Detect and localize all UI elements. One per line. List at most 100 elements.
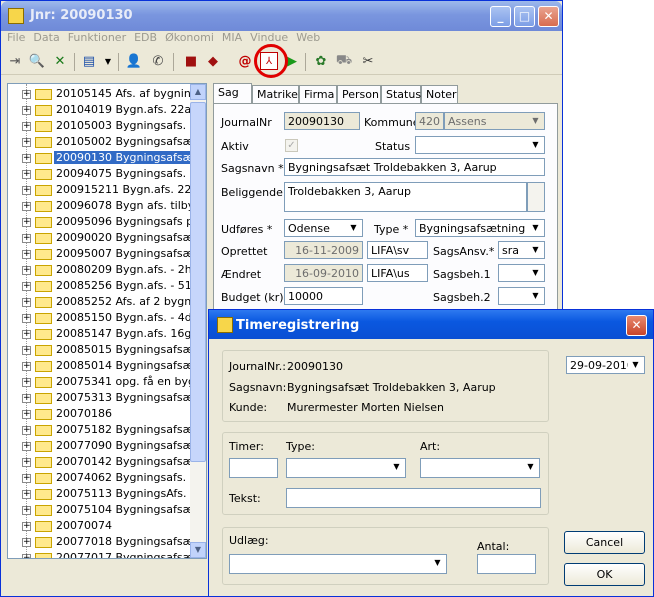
expand-icon[interactable]: + — [22, 442, 31, 451]
excel-icon[interactable]: ✕ — [51, 52, 69, 70]
sagsnavn-field[interactable]: Bygningsafsæt Troldebakken 3, Aarup — [284, 158, 545, 176]
scroll-down-icon[interactable]: ▼ — [190, 542, 206, 558]
aktiv-checkbox[interactable]: ✓ — [285, 139, 298, 152]
expand-icon[interactable]: + — [22, 106, 31, 115]
date-picker[interactable]: 29-09-2010 ▼ — [566, 356, 645, 374]
expand-icon[interactable]: + — [22, 298, 31, 307]
tree-item[interactable]: +20077018 Bygningsafsæt — [8, 534, 190, 550]
expand-icon[interactable]: + — [22, 426, 31, 435]
tree-item[interactable]: +20075113 BygningsAfs. — [8, 486, 189, 502]
expand-icon[interactable]: + — [22, 362, 31, 371]
expand-icon[interactable]: + — [22, 490, 31, 499]
money-icon[interactable]: ✿ — [312, 52, 330, 70]
expand-icon[interactable]: + — [22, 314, 31, 323]
tree-item[interactable]: +20075182 Bygningsafsæt — [8, 422, 190, 438]
menu-funktioner[interactable]: Funktioner — [68, 31, 126, 44]
expand-icon[interactable]: + — [22, 90, 31, 99]
expand-icon[interactable]: + — [22, 378, 31, 387]
expand-icon[interactable]: + — [22, 538, 31, 547]
tree-item[interactable]: +20090020 Bygningsafsæt — [8, 230, 190, 246]
chevron-down-icon[interactable]: ▼ — [523, 460, 538, 474]
budget-field[interactable]: 10000 — [284, 287, 363, 305]
tree-item[interactable]: +20085150 Bygn.afs. - 4dh... — [8, 310, 190, 326]
tekst-field[interactable] — [286, 488, 541, 508]
minimize-button[interactable]: _ — [490, 6, 511, 27]
tree-item[interactable]: +20075313 Bygningsafsæt — [8, 390, 190, 406]
expand-icon[interactable]: + — [22, 458, 31, 467]
sagsbeh2-select[interactable]: ▼ — [498, 287, 545, 305]
tree-item[interactable]: +200915211 Bygn.afs. 22c... — [8, 182, 190, 198]
expand-icon[interactable]: + — [22, 122, 31, 131]
chevron-down-icon[interactable]: ▼ — [528, 138, 543, 152]
chevron-down-icon[interactable]: ▼ — [528, 243, 543, 257]
chevron-down-icon[interactable]: ▼ — [528, 221, 543, 235]
expand-icon[interactable]: + — [22, 410, 31, 419]
art-select[interactable]: ▼ — [420, 458, 540, 478]
tree-item[interactable]: +20105002 Bygningsafsæt... — [8, 134, 190, 150]
tab-firma[interactable]: Firma — [299, 85, 337, 104]
tree-item[interactable]: +20085015 Bygningsafsæt... — [8, 342, 190, 358]
tree-item[interactable]: +20070074 — [8, 518, 189, 534]
tab-matrikel[interactable]: Matrikel — [252, 85, 301, 104]
timer-field[interactable] — [229, 458, 278, 478]
chevron-down-icon[interactable]: ▼ — [528, 266, 543, 280]
sagsansv-select[interactable]: sra ▼ — [498, 241, 545, 259]
menu-file[interactable]: File — [7, 31, 25, 44]
case-tree[interactable]: +20105145 Afs. af bygning...+20104019 By… — [7, 83, 207, 559]
chevron-down-icon[interactable]: ▼ — [430, 556, 445, 570]
chevron-down-icon[interactable]: ▼ — [628, 358, 643, 372]
tree-item[interactable]: +20090130 Bygningsafsæt... — [8, 150, 190, 166]
dialog-title-bar[interactable]: Timeregistrering ✕ — [209, 310, 653, 339]
expand-icon[interactable]: + — [22, 234, 31, 243]
ok-button[interactable]: OK — [564, 563, 645, 586]
expand-icon[interactable]: + — [22, 202, 31, 211]
expand-icon[interactable]: + — [22, 250, 31, 259]
tree-item[interactable]: +20075104 Bygningsafsæt — [8, 502, 190, 518]
tree-item[interactable]: +20105003 Bygningsafs. p... — [8, 118, 190, 134]
tree-item[interactable]: +20095007 Bygningsafsæt... — [8, 246, 190, 262]
tree-item[interactable]: +20070142 Bygningsafsæt — [8, 454, 190, 470]
antal-field[interactable] — [477, 554, 536, 574]
menu-data[interactable]: Data — [33, 31, 59, 44]
expand-icon[interactable]: + — [22, 554, 31, 558]
tree-item[interactable]: +20085014 Bygningsafsæt... — [8, 358, 190, 374]
maximize-button[interactable]: □ — [514, 6, 535, 27]
expand-icon[interactable]: + — [22, 186, 31, 195]
tree-item[interactable]: +20095096 Bygningsafs p... — [8, 214, 190, 230]
tab-person[interactable]: Person — [337, 85, 381, 104]
type-select[interactable]: Bygningsafsætning ▼ — [415, 219, 545, 237]
search-icon[interactable]: 🔍 — [28, 52, 46, 70]
tree-item[interactable]: +20070186 — [8, 406, 189, 422]
cancel-button[interactable]: Cancel — [564, 531, 645, 554]
expand-icon[interactable]: + — [22, 170, 31, 179]
expand-icon[interactable]: + — [22, 330, 31, 339]
expand-icon[interactable]: + — [22, 282, 31, 291]
type-select[interactable]: ▼ — [286, 458, 406, 478]
tree-item[interactable]: +20085147 Bygn.afs. 16g ... — [8, 326, 190, 342]
expand-icon[interactable]: + — [22, 138, 31, 147]
car-icon[interactable]: ⛟ — [335, 52, 353, 70]
status-select[interactable]: ▼ — [415, 136, 545, 154]
scroll-up-icon[interactable]: ▲ — [190, 84, 206, 100]
expand-icon[interactable]: + — [22, 474, 31, 483]
list-icon[interactable]: ▤ — [80, 52, 98, 70]
tree-item[interactable]: +20074062 Bygningsafs. - ... — [8, 470, 190, 486]
expand-icon[interactable]: + — [22, 218, 31, 227]
udlaeg-select[interactable]: ▼ — [229, 554, 447, 574]
tab-sag[interactable]: Sag — [213, 83, 252, 104]
book-icon[interactable]: ■ — [182, 52, 200, 70]
udfoeres-select[interactable]: Odense ▼ — [284, 219, 363, 237]
beliggende-scrollbar[interactable] — [527, 182, 545, 212]
beliggende-field[interactable]: Troldebakken 3, Aarup — [284, 182, 527, 212]
tree-item[interactable]: +20077090 Bygningsafsæt — [8, 438, 190, 454]
tree-item[interactable]: +20104019 Bygn.afs. 22aq... — [8, 102, 190, 118]
tree-item[interactable]: +20096078 Bygn afs. tilbyg... — [8, 198, 190, 214]
tree-item[interactable]: +20080209 Bygn.afs. - 2hv... — [8, 262, 190, 278]
scroll-thumb[interactable] — [190, 102, 206, 462]
dialog-close-button[interactable]: ✕ — [626, 315, 647, 336]
tools-icon[interactable]: ✂ — [359, 52, 377, 70]
expand-icon[interactable]: + — [22, 394, 31, 403]
indent-icon[interactable]: ⇥ — [6, 52, 24, 70]
menu-oekonomi[interactable]: Økonomi — [165, 31, 214, 44]
sagsbeh1-select[interactable]: ▼ — [498, 264, 545, 282]
